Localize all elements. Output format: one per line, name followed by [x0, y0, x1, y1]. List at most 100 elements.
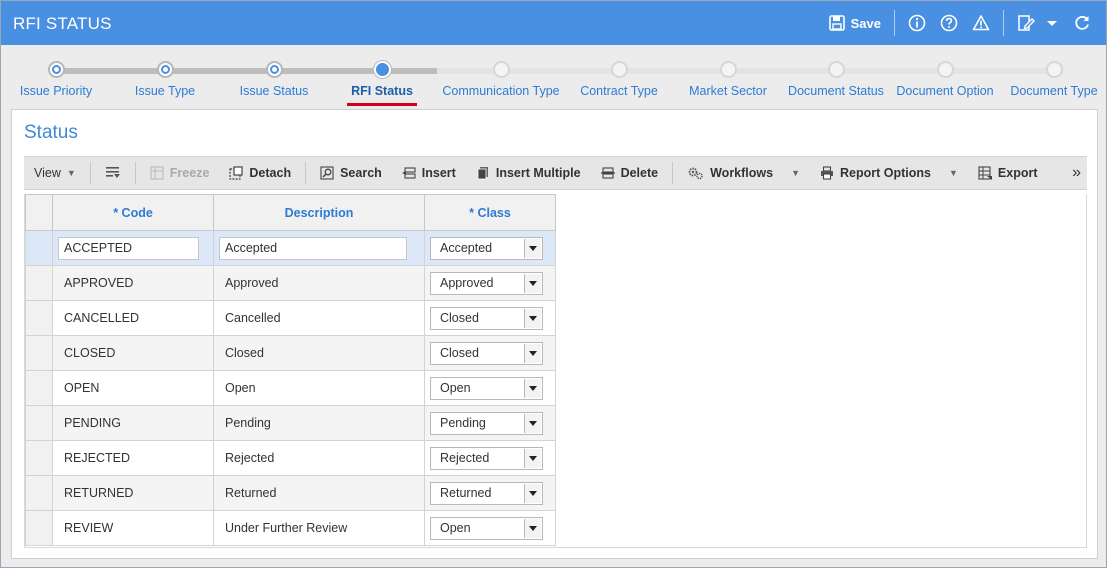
row-selector[interactable] — [25, 230, 53, 266]
class-cell[interactable]: Closed — [424, 300, 556, 336]
workflows-button[interactable]: Workflows ▼ — [677, 156, 810, 190]
export-button[interactable]: Export — [968, 156, 1048, 190]
code-cell[interactable]: PENDING — [52, 405, 214, 441]
row-header-corner — [25, 194, 53, 231]
dropdown-arrow-icon[interactable] — [524, 518, 541, 538]
table-row[interactable]: REVIEW Under Further Review Open — [25, 510, 556, 546]
code-cell[interactable]: CLOSED — [52, 335, 214, 371]
row-selector[interactable] — [25, 335, 53, 371]
step-marker — [48, 61, 65, 78]
step-marker — [828, 61, 845, 78]
class-select-value: Open — [440, 381, 471, 395]
search-button[interactable]: Search — [310, 156, 392, 190]
row-selector[interactable] — [25, 475, 53, 511]
freeze-button[interactable]: Freeze — [140, 156, 220, 190]
dropdown-arrow-icon[interactable] — [524, 483, 541, 503]
header-bar: RFI STATUS Save — [1, 1, 1106, 45]
dropdown-arrow-icon[interactable] — [524, 308, 541, 328]
grid-toolbar: View ▼ Freeze Detach Search Insert Inser… — [24, 156, 1087, 190]
class-cell[interactable]: Returned — [424, 475, 556, 511]
more-tools-button[interactable]: » — [1066, 156, 1087, 190]
dropdown-arrow-icon[interactable] — [524, 413, 541, 433]
table-row[interactable]: OPEN Open Open — [25, 370, 556, 406]
code-cell[interactable]: OPEN — [52, 370, 214, 406]
table-row[interactable]: REJECTED Rejected Rejected — [25, 440, 556, 476]
class-select[interactable]: Open — [430, 516, 543, 540]
description-cell[interactable]: Under Further Review — [213, 510, 425, 546]
row-selector[interactable] — [25, 440, 53, 476]
table-row[interactable]: RETURNED Returned Returned — [25, 475, 556, 511]
description-cell[interactable]: Cancelled — [213, 300, 425, 336]
dropdown-arrow-icon[interactable] — [524, 378, 541, 398]
class-select[interactable]: Approved — [430, 271, 543, 295]
code-cell[interactable]: REJECTED — [52, 440, 214, 476]
class-select[interactable]: Returned — [430, 481, 543, 505]
class-select[interactable]: Accepted — [430, 236, 543, 260]
refresh-button[interactable] — [1066, 1, 1098, 45]
save-button[interactable]: Save — [822, 1, 888, 45]
code-cell[interactable]: RETURNED — [52, 475, 214, 511]
row-selector[interactable] — [25, 300, 53, 336]
column-header-description[interactable]: Description — [213, 194, 425, 231]
class-cell[interactable]: Open — [424, 510, 556, 546]
class-cell[interactable]: Pending — [424, 405, 556, 441]
help-button[interactable] — [933, 1, 965, 45]
code-cell[interactable]: APPROVED — [52, 265, 214, 301]
dropdown-arrow-icon[interactable] — [524, 238, 541, 258]
insert-button[interactable]: Insert — [392, 156, 466, 190]
column-header-code[interactable]: * Code — [52, 194, 214, 231]
description-cell[interactable]: Closed — [213, 335, 425, 371]
code-cell[interactable]: CANCELLED — [52, 300, 214, 336]
class-cell[interactable]: Accepted — [424, 230, 556, 266]
class-select[interactable]: Rejected — [430, 446, 543, 470]
row-selector[interactable] — [25, 510, 53, 546]
class-cell[interactable]: Open — [424, 370, 556, 406]
table-row[interactable]: CANCELLED Cancelled Closed — [25, 300, 556, 336]
wizard-step-communication-type[interactable]: Communication Type — [436, 45, 566, 107]
table-row[interactable]: PENDING Pending Pending — [25, 405, 556, 441]
table-row[interactable]: Accepted — [25, 230, 556, 266]
column-header-class[interactable]: * Class — [424, 194, 556, 231]
header-tools: Save — [822, 1, 1098, 45]
description-cell[interactable]: Approved — [213, 265, 425, 301]
row-selector[interactable] — [25, 405, 53, 441]
view-menu-button[interactable]: View ▼ — [24, 156, 86, 190]
class-cell[interactable]: Approved — [424, 265, 556, 301]
alert-button[interactable] — [965, 1, 997, 45]
class-select-value: Approved — [440, 276, 494, 290]
description-cell[interactable]: Pending — [213, 405, 425, 441]
description-cell[interactable]: Open — [213, 370, 425, 406]
dropdown-arrow-icon[interactable] — [524, 273, 541, 293]
class-select[interactable]: Closed — [430, 341, 543, 365]
description-cell[interactable] — [213, 230, 425, 266]
table-row[interactable]: CLOSED Closed Closed — [25, 335, 556, 371]
wizard-step-document-type[interactable]: Document Type — [989, 45, 1107, 107]
chevron-down-icon: ▼ — [791, 168, 801, 178]
info-button[interactable] — [901, 1, 933, 45]
description-input[interactable] — [219, 236, 407, 260]
dropdown-arrow-icon[interactable] — [524, 343, 541, 363]
code-input[interactable] — [58, 236, 199, 260]
row-selector[interactable] — [25, 370, 53, 406]
code-cell[interactable]: REVIEW — [52, 510, 214, 546]
class-select-value: Returned — [440, 486, 492, 500]
detach-button[interactable]: Detach — [219, 156, 301, 190]
class-select[interactable]: Open — [430, 376, 543, 400]
row-selector[interactable] — [25, 265, 53, 301]
class-select[interactable]: Pending — [430, 411, 543, 435]
insert-multiple-button[interactable]: Insert Multiple — [466, 156, 591, 190]
delete-button[interactable]: Delete — [591, 156, 669, 190]
class-cell[interactable]: Closed — [424, 335, 556, 371]
description-cell[interactable]: Returned — [213, 475, 425, 511]
filter-button[interactable] — [95, 156, 131, 190]
step-marker — [266, 61, 283, 78]
edit-menu-button[interactable] — [1010, 1, 1066, 45]
description-cell[interactable]: Rejected — [213, 440, 425, 476]
dropdown-arrow-icon[interactable] — [524, 448, 541, 468]
table-row[interactable]: APPROVED Approved Approved — [25, 265, 556, 301]
class-select[interactable]: Closed — [430, 306, 543, 330]
class-cell[interactable]: Rejected — [424, 440, 556, 476]
wizard-step-rfi-status[interactable]: RFI Status — [317, 45, 447, 107]
code-cell[interactable] — [52, 230, 214, 266]
report-options-button[interactable]: Report Options ▼ — [810, 156, 968, 190]
